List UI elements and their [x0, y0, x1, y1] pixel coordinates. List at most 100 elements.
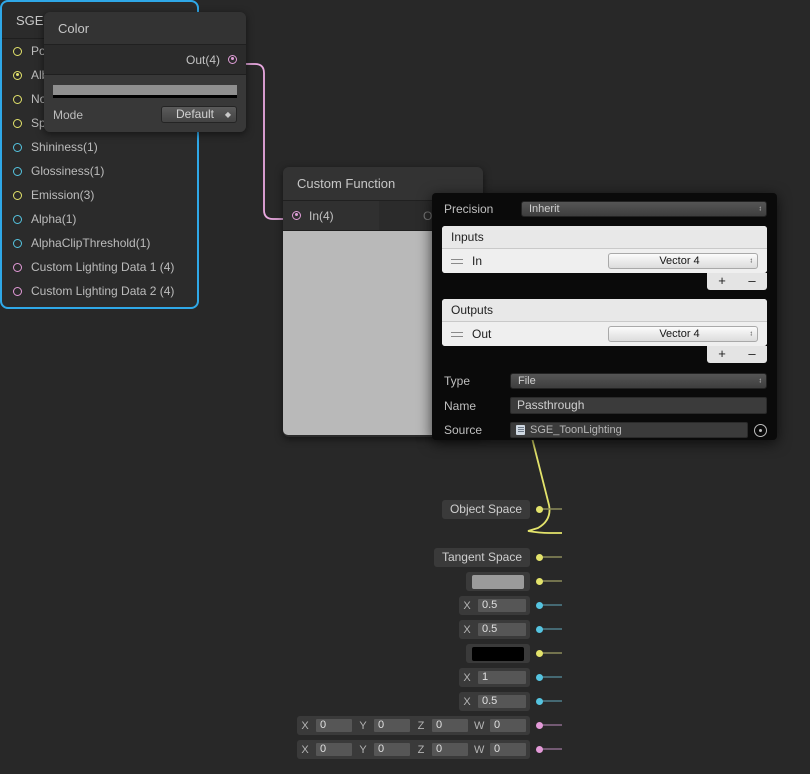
number-input[interactable]: 0 — [315, 718, 353, 733]
axis-label: Z — [417, 743, 425, 756]
master-port-dot[interactable] — [13, 286, 22, 296]
type-label: Type — [444, 374, 471, 388]
number-input[interactable]: 0 — [489, 718, 527, 733]
chevron-updown-icon: ↕ — [749, 330, 754, 338]
number-input[interactable]: 0.5 — [477, 598, 527, 613]
input-slot-name[interactable]: In — [472, 254, 599, 268]
object-picker-icon[interactable] — [754, 423, 767, 437]
master-port-dot[interactable] — [13, 214, 22, 224]
drag-handle-icon[interactable] — [451, 331, 463, 338]
color-swatch-wrap[interactable] — [44, 75, 246, 100]
output-slot-type-value: Vector 4 — [659, 328, 700, 340]
color-node-title: Color — [44, 12, 246, 45]
axis-label: Y — [359, 743, 367, 756]
inputs-list-header: Inputs — [442, 226, 767, 249]
color-out-port-dot[interactable] — [228, 55, 237, 64]
axis-label: W — [474, 719, 485, 732]
master-port-dot[interactable] — [13, 46, 22, 56]
drag-handle-icon[interactable] — [451, 258, 463, 265]
widget-output-dot[interactable] — [536, 626, 543, 633]
number-input[interactable]: 0 — [489, 742, 527, 757]
output-slot-name[interactable]: Out — [472, 327, 599, 341]
inputs-addremove-bar: + – — [442, 273, 767, 290]
master-port-dot[interactable] — [13, 166, 22, 176]
master-input-color-swatch[interactable] — [466, 572, 530, 591]
type-row: Type File ↕ — [432, 371, 777, 391]
master-input-space-dropdown[interactable]: Tangent Space — [433, 548, 530, 567]
precision-dropdown[interactable]: Inherit ↕ — [521, 201, 767, 217]
master-port-dot[interactable] — [13, 238, 22, 248]
chevron-updown-icon: ↕ — [758, 205, 763, 213]
precision-label: Precision — [444, 202, 494, 216]
widget-output-dot[interactable] — [536, 698, 543, 705]
master-input-color-swatch[interactable] — [466, 644, 530, 663]
master-input-vector4-field[interactable]: X0Y0Z0W0 — [297, 716, 530, 735]
master-port-dot[interactable] — [13, 262, 22, 272]
number-input[interactable]: 0 — [431, 742, 469, 757]
remove-input-button[interactable]: – — [737, 273, 767, 290]
master-port-dot[interactable] — [13, 190, 22, 200]
axis-label: W — [474, 743, 485, 756]
master-port-label: Alpha(1) — [31, 212, 77, 226]
color-mode-row: Mode Default ◆ — [44, 100, 246, 132]
shader-graph-canvas[interactable]: Color Out(4) Mode Default ◆ Custom Funct… — [0, 0, 810, 774]
color-swatch[interactable] — [472, 646, 524, 661]
color-mode-dropdown[interactable]: Default ◆ — [161, 106, 237, 123]
color-out-port-row[interactable]: Out(4) — [44, 45, 246, 75]
master-input-float-field[interactable]: X 0.5 — [459, 596, 530, 615]
widget-output-dot[interactable] — [536, 746, 543, 753]
precision-value: Inherit — [529, 203, 560, 215]
custom-function-in-port-dot[interactable] — [292, 211, 301, 220]
number-input[interactable]: 0.5 — [477, 622, 527, 637]
widget-output-dot[interactable] — [536, 554, 543, 561]
inputs-list: Inputs In Vector 4 ↕ — [442, 226, 767, 273]
custom-function-in-label: In(4) — [309, 208, 334, 223]
master-port-dot[interactable] — [13, 70, 22, 80]
number-input[interactable]: 0 — [373, 718, 411, 733]
node-color[interactable]: Color Out(4) Mode Default ◆ — [44, 12, 246, 132]
source-object-field[interactable]: SGE_ToonLighting — [510, 422, 748, 438]
number-input[interactable]: 0 — [431, 718, 469, 733]
color-swatch[interactable] — [472, 574, 524, 589]
master-port-dot[interactable] — [13, 142, 22, 152]
widget-output-dot[interactable] — [536, 722, 543, 729]
custom-function-in-port[interactable]: In(4) — [283, 201, 379, 230]
master-input-float-field[interactable]: X1 — [459, 668, 530, 687]
master-port-label: Glossiness(1) — [31, 164, 105, 178]
number-input[interactable]: 1 — [477, 670, 527, 685]
master-input-float-field[interactable]: X 0.5 — [459, 692, 530, 711]
precision-row: Precision Inherit ↕ — [432, 193, 777, 223]
master-input-space-dropdown[interactable]: Object Space — [441, 500, 530, 519]
master-port-dot[interactable] — [13, 118, 22, 128]
master-port-label: Emission(3) — [31, 188, 95, 202]
widget-output-dot[interactable] — [536, 650, 543, 657]
master-input-vector4-field[interactable]: X0Y0Z0W0 — [297, 740, 530, 759]
color-swatch[interactable] — [53, 85, 237, 98]
file-icon — [516, 425, 525, 435]
master-port-label: AlphaClipThreshold(1) — [31, 236, 151, 250]
add-input-button[interactable]: + — [707, 273, 737, 290]
outputs-list: Outputs Out Vector 4 ↕ — [442, 299, 767, 346]
widget-output-dot[interactable] — [536, 674, 543, 681]
widget-output-dot[interactable] — [536, 578, 543, 585]
custom-function-settings-panel[interactable]: Precision Inherit ↕ Inputs In Vector 4 ↕… — [432, 193, 777, 440]
number-input[interactable]: 0.5 — [477, 694, 527, 709]
output-slot-type-dropdown[interactable]: Vector 4 ↕ — [608, 326, 758, 342]
master-input-float-field[interactable]: X 0.5 — [459, 620, 530, 639]
number-input[interactable]: 0 — [315, 742, 353, 757]
add-output-button[interactable]: + — [707, 346, 737, 363]
inputs-addremove-buttons: + – — [707, 273, 767, 290]
outputs-list-row[interactable]: Out Vector 4 ↕ — [442, 322, 767, 346]
name-input[interactable]: Passthrough — [510, 397, 767, 414]
type-dropdown[interactable]: File ↕ — [510, 373, 767, 389]
remove-output-button[interactable]: – — [737, 346, 767, 363]
inputs-list-row[interactable]: In Vector 4 ↕ — [442, 249, 767, 273]
name-row: Name Passthrough — [432, 395, 777, 416]
input-slot-type-dropdown[interactable]: Vector 4 ↕ — [608, 253, 758, 269]
source-value: SGE_ToonLighting — [530, 424, 622, 436]
type-value: File — [518, 375, 536, 387]
widget-output-dot[interactable] — [536, 602, 543, 609]
master-port-dot[interactable] — [13, 94, 22, 104]
widget-output-dot[interactable] — [536, 506, 543, 513]
number-input[interactable]: 0 — [373, 742, 411, 757]
